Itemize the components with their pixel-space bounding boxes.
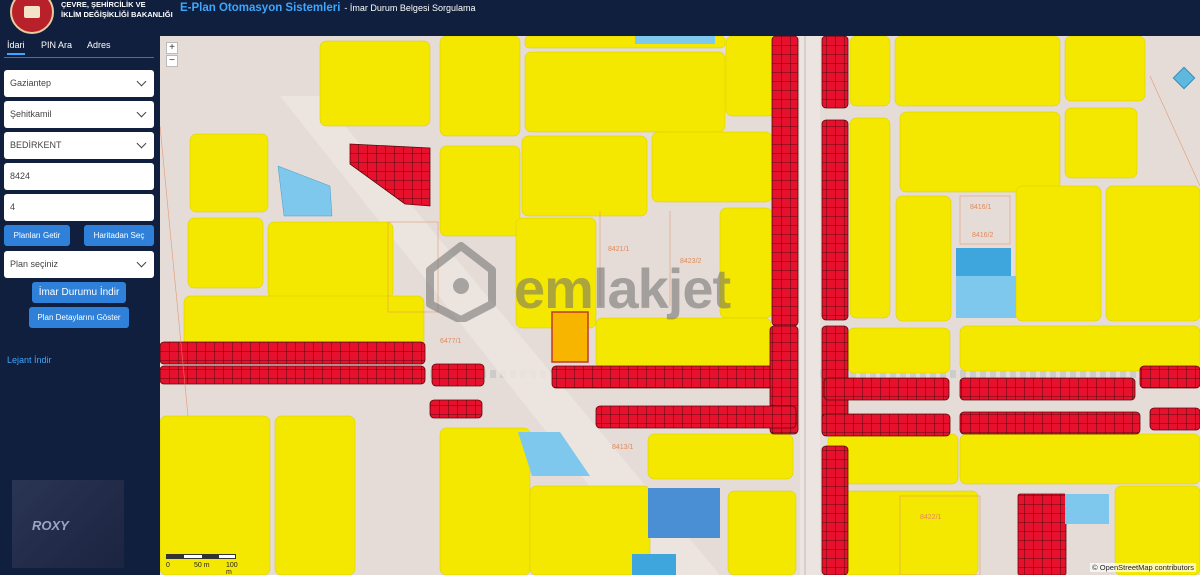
scale-label-100: 100 m bbox=[226, 562, 238, 575]
parcel-value: 4 bbox=[10, 202, 16, 212]
ministry-line1: ÇEVRE, ŞEHİRCİLİK VE bbox=[61, 0, 146, 9]
emlakjet-text: emlakjet bbox=[514, 257, 731, 320]
ministry-line2: İKLİM DEĞİŞİKLİĞİ BAKANLIĞI bbox=[61, 10, 173, 19]
sidebar: İdari PIN Ara Adres Gaziantep Şehitkamil… bbox=[0, 36, 160, 575]
roxy-watermark-text: ROXY bbox=[32, 518, 69, 533]
map-attribution[interactable]: © OpenStreetMap contributors bbox=[1090, 563, 1196, 572]
block-input[interactable]: 8424 bbox=[4, 163, 154, 190]
zoning-map[interactable]: + − 8421/1 8423/2 8416/1 8416/2 6477/1 8… bbox=[160, 36, 1200, 575]
roxy-watermark: ROXY bbox=[12, 480, 124, 568]
scale-bar: 0 50 m 100 m bbox=[166, 554, 238, 575]
zoom-in-button[interactable]: + bbox=[166, 42, 178, 54]
sidebar-tabs: İdari PIN Ara Adres bbox=[4, 40, 154, 58]
legend-download-link[interactable]: Lejant İndir bbox=[7, 355, 52, 365]
province-value: Gaziantep bbox=[10, 78, 52, 88]
chevron-down-icon bbox=[136, 257, 147, 268]
parcel-label: 6477/1 bbox=[440, 338, 462, 345]
parcel-label: 8416/2 bbox=[972, 232, 994, 239]
tab-pin-ara[interactable]: PIN Ara bbox=[41, 40, 72, 50]
chevron-down-icon bbox=[136, 76, 147, 87]
district-select[interactable]: Şehitkamil bbox=[4, 101, 154, 128]
emlakjet-watermark: emlakjet bbox=[426, 242, 786, 332]
select-from-map-button[interactable]: Haritadan Seç bbox=[84, 225, 154, 246]
chevron-down-icon bbox=[136, 107, 147, 118]
parcel-label: 8422/1 bbox=[920, 514, 942, 521]
scale-label-50: 50 m bbox=[194, 562, 210, 569]
neighborhood-select[interactable]: BEDİRKENT bbox=[4, 132, 154, 159]
province-select[interactable]: Gaziantep bbox=[4, 70, 154, 97]
plan-select[interactable]: Plan seçiniz bbox=[4, 251, 154, 278]
block-value: 8424 bbox=[10, 171, 31, 181]
parcel-label: 8416/1 bbox=[970, 204, 992, 211]
top-bar: ÇEVRE, ŞEHİRCİLİK VE İKLİM DEĞİŞİKLİĞİ B… bbox=[0, 0, 1200, 36]
download-imar-button[interactable]: İmar Durumu İndir bbox=[32, 282, 126, 303]
ministry-name: ÇEVRE, ŞEHİRCİLİK VE İKLİM DEĞİŞİKLİĞİ B… bbox=[61, 0, 173, 20]
zoom-out-button[interactable]: − bbox=[166, 55, 178, 67]
app-title: E-Plan Otomasyon Sistemleri - İmar Durum … bbox=[180, 2, 475, 14]
plan-select-value: Plan seçiniz bbox=[10, 259, 59, 269]
plan-details-button[interactable]: Plan Detaylarını Göster bbox=[29, 307, 129, 328]
app-subtitle: - İmar Durum Belgesi Sorgulama bbox=[344, 3, 476, 13]
parcel-label: 8413/1 bbox=[612, 444, 634, 451]
scale-label-0: 0 bbox=[166, 562, 170, 569]
house-pin-icon bbox=[426, 242, 496, 322]
neighborhood-value: BEDİRKENT bbox=[10, 140, 62, 150]
chevron-down-icon bbox=[136, 138, 147, 149]
ministry-logo bbox=[10, 0, 54, 34]
get-plans-button[interactable]: Planları Getir bbox=[4, 225, 70, 246]
parcel-input[interactable]: 4 bbox=[4, 194, 154, 221]
district-value: Şehitkamil bbox=[10, 109, 52, 119]
app-title-text: E-Plan Otomasyon Sistemleri bbox=[180, 2, 341, 14]
scale-bar-graphic bbox=[166, 554, 236, 559]
tab-idari[interactable]: İdari bbox=[7, 40, 25, 55]
tab-adres[interactable]: Adres bbox=[87, 40, 111, 50]
